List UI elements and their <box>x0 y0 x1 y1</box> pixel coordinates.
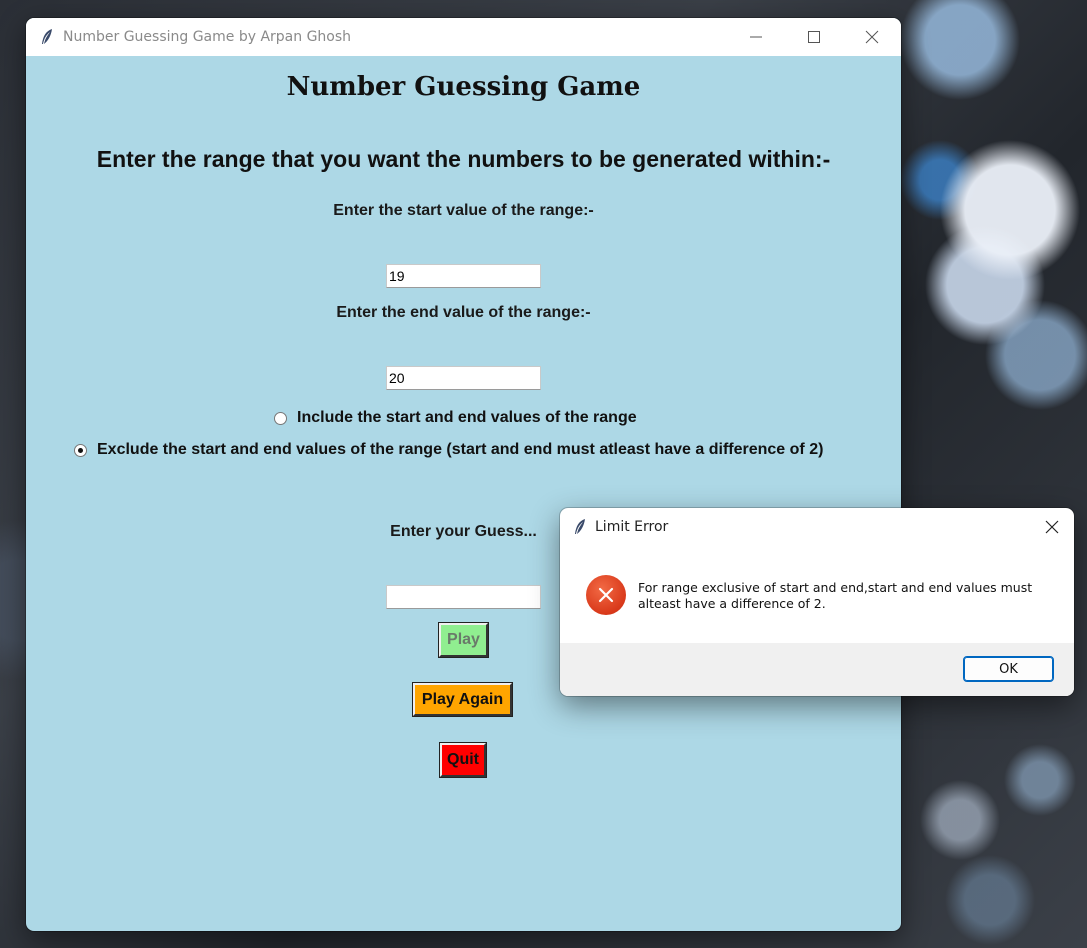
game-heading: Number Guessing Game <box>286 72 641 102</box>
window-title: Number Guessing Game by Arpan Ghosh <box>63 29 352 45</box>
window-controls <box>727 18 901 56</box>
minimize-button[interactable] <box>727 18 785 56</box>
feather-icon <box>42 29 52 44</box>
error-icon <box>586 575 626 615</box>
close-icon <box>865 30 879 44</box>
start-value-input[interactable] <box>386 264 541 288</box>
range-prompt: Enter the range that you want the number… <box>96 146 831 172</box>
dialog-close-button[interactable] <box>1030 508 1074 546</box>
main-titlebar[interactable]: Number Guessing Game by Arpan Ghosh <box>26 18 901 56</box>
game-content: Number Guessing Game Enter the range tha… <box>26 56 901 931</box>
limit-error-dialog: Limit Error For range exclusive of start… <box>560 508 1074 696</box>
radio-exclude-label: Exclude the start and end values of the … <box>97 441 824 458</box>
play-again-button[interactable]: Play Again <box>412 682 513 717</box>
maximize-icon <box>808 31 820 43</box>
guess-input[interactable] <box>386 585 541 609</box>
close-button[interactable] <box>843 18 901 56</box>
feather-icon <box>575 519 585 534</box>
radio-exclude-circle[interactable] <box>74 443 87 457</box>
play-button[interactable]: Play <box>438 622 489 658</box>
quit-button[interactable]: Quit <box>439 742 487 778</box>
ok-button[interactable]: OK <box>963 656 1054 682</box>
minimize-icon <box>750 36 762 38</box>
end-label: Enter the end value of the range:- <box>336 304 591 321</box>
radio-include-circle[interactable] <box>274 411 287 425</box>
dialog-footer: OK <box>560 643 1074 696</box>
dialog-body: For range exclusive of start and end,sta… <box>560 546 1074 643</box>
x-mark-icon <box>598 587 614 603</box>
dialog-title: Limit Error <box>595 519 669 535</box>
dialog-titlebar[interactable]: Limit Error <box>560 508 1074 546</box>
dialog-message: For range exclusive of start and end,sta… <box>638 580 1033 611</box>
radio-include-label: Include the start and end values of the … <box>297 409 637 426</box>
radio-exclude[interactable]: Exclude the start and end values of the … <box>74 441 823 459</box>
radio-include[interactable]: Include the start and end values of the … <box>274 409 637 427</box>
main-window: Number Guessing Game by Arpan Ghosh Numb… <box>26 18 901 931</box>
maximize-button[interactable] <box>785 18 843 56</box>
close-icon <box>1045 520 1059 534</box>
start-label: Enter the start value of the range:- <box>333 202 594 219</box>
end-value-input[interactable] <box>386 366 541 390</box>
